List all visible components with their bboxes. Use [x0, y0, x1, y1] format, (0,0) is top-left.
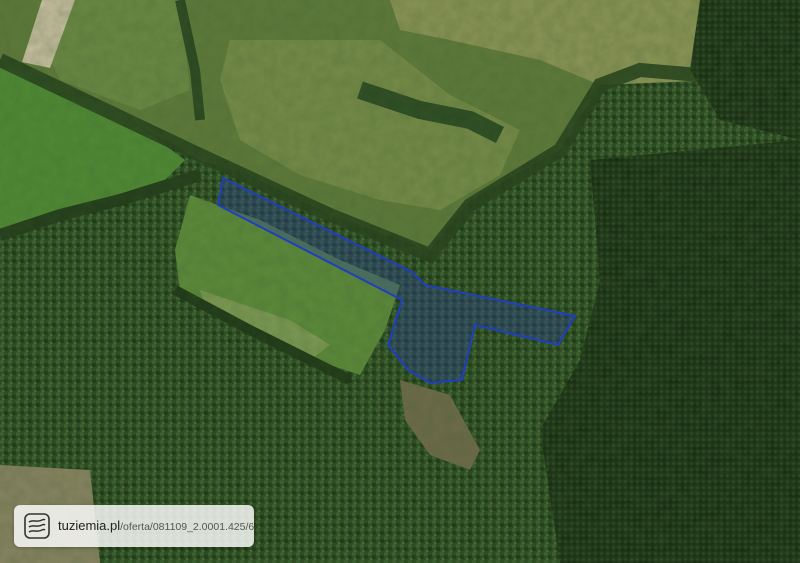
satellite-imagery: [0, 0, 800, 563]
watermark-path: /oferta/081109_2.0001.425/6: [120, 521, 255, 533]
contour-map-icon: [24, 513, 50, 539]
watermark-domain: tuziemia.pl: [58, 518, 121, 533]
aerial-map[interactable]: tuziemia.pl/oferta/081109_2.0001.425/6: [0, 0, 800, 563]
watermark-text: tuziemia.pl/oferta/081109_2.0001.425/6: [58, 518, 254, 534]
source-watermark[interactable]: tuziemia.pl/oferta/081109_2.0001.425/6: [14, 505, 254, 547]
